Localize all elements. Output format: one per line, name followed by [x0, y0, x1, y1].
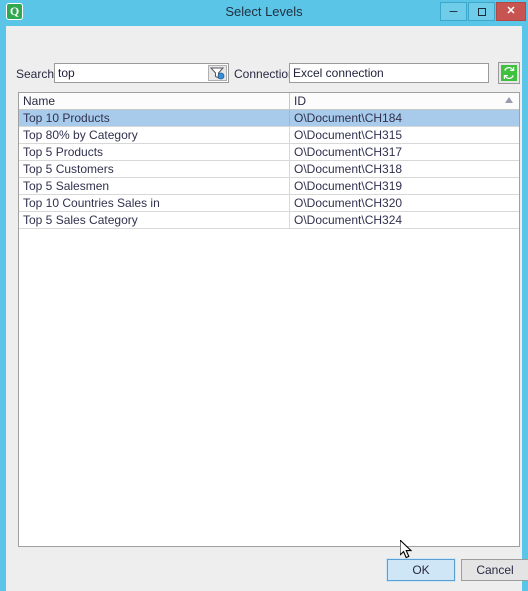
cell-name: Top 5 Products: [19, 144, 290, 160]
column-header-name[interactable]: Name: [19, 93, 290, 109]
table-row[interactable]: Top 80% by Category O\Document\CH315: [19, 127, 519, 144]
list-rows: Top 10 Products O\Document\CH184 Top 80% b…: [19, 110, 519, 229]
connection-field[interactable]: [289, 63, 489, 83]
table-row[interactable]: Top 5 Sales Category O\Document\CH324: [19, 212, 519, 229]
cell-name: Top 5 Sales Category: [19, 212, 290, 228]
column-header-id[interactable]: ID: [290, 93, 519, 109]
cell-name: Top 5 Salesmen: [19, 178, 290, 194]
maximize-button[interactable]: [468, 2, 495, 21]
search-label: Search: [16, 67, 55, 81]
search-field[interactable]: [54, 63, 229, 83]
cell-id: O\Document\CH184: [294, 111, 403, 125]
minimize-button[interactable]: –: [440, 2, 467, 21]
ok-button[interactable]: OK: [386, 558, 456, 582]
connection-input[interactable]: [293, 64, 485, 82]
list-header-row: Name ID: [19, 93, 519, 110]
cell-id: O\Document\CH324: [294, 213, 403, 227]
cell-id: O\Document\CH320: [294, 196, 403, 210]
dialog-footer: OK Cancel: [6, 547, 528, 591]
table-row[interactable]: Top 10 Products O\Document\CH184: [19, 110, 519, 127]
search-input[interactable]: [58, 64, 208, 82]
cell-id: O\Document\CH317: [294, 145, 403, 159]
cell-name: Top 10 Products: [19, 110, 290, 126]
minimize-icon: –: [449, 2, 458, 18]
dialog-window: Q Select Levels – ✕ Search Connection: [0, 0, 528, 591]
maximize-icon: [469, 3, 494, 20]
cell-name: Top 80% by Category: [19, 127, 290, 143]
close-icon: ✕: [506, 5, 516, 17]
table-row[interactable]: Top 5 Customers O\Document\CH318: [19, 161, 519, 178]
cell-name: Top 10 Countries Sales in: [19, 195, 290, 211]
table-row[interactable]: Top 5 Salesmen O\Document\CH319: [19, 178, 519, 195]
funnel-filter-icon[interactable]: [208, 65, 227, 81]
funnel-filter-glyph: [209, 67, 225, 80]
title-bar[interactable]: Q Select Levels – ✕: [0, 0, 528, 24]
cell-id: O\Document\CH318: [294, 162, 403, 176]
levels-list[interactable]: Name ID Top 10 Products O\Document\CH184 T…: [18, 92, 520, 547]
refresh-sync-icon: [501, 65, 517, 81]
dialog-client-area: Search Connection: [6, 26, 528, 591]
cancel-button[interactable]: Cancel: [461, 559, 528, 581]
table-row[interactable]: Top 5 Products O\Document\CH317: [19, 144, 519, 161]
close-button[interactable]: ✕: [496, 2, 526, 21]
table-row[interactable]: Top 10 Countries Sales in O\Document\CH32…: [19, 195, 519, 212]
connection-label: Connection: [234, 67, 295, 81]
cell-id: O\Document\CH315: [294, 128, 403, 142]
refresh-sync-glyph: [503, 67, 515, 79]
refresh-button[interactable]: [498, 62, 520, 84]
cell-id: O\Document\CH319: [294, 179, 403, 193]
sort-ascending-icon: [505, 97, 513, 103]
cell-name: Top 5 Customers: [19, 161, 290, 177]
